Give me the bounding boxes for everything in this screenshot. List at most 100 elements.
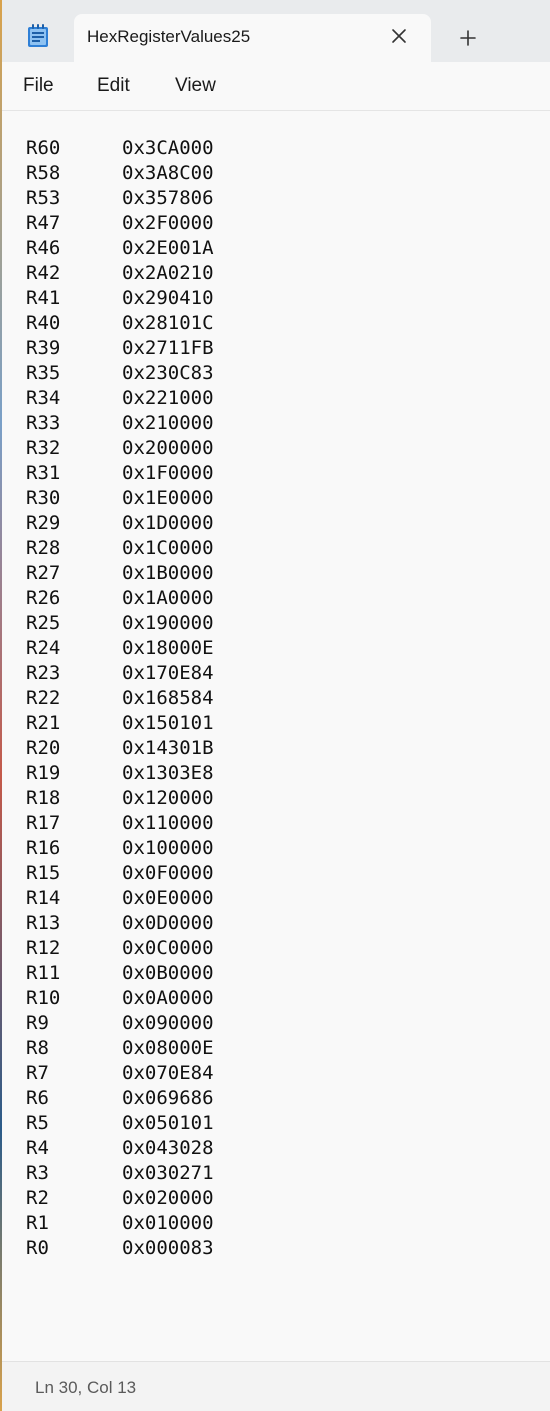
register-value: 0x1E0000 — [122, 487, 214, 509]
desktop-edge — [0, 0, 2, 1411]
register-name: R42 — [26, 262, 61, 284]
register-name: R47 — [26, 212, 61, 234]
text-line: R2 0x020000 — [26, 1186, 214, 1211]
register-name: R19 — [26, 762, 61, 784]
text-line: R0 0x000083 — [26, 1236, 214, 1261]
text-line: R20 0x14301B — [26, 736, 214, 761]
register-value: 0x000083 — [122, 1237, 214, 1259]
register-name: R2 — [26, 1187, 49, 1209]
register-value: 0x1303E8 — [122, 762, 214, 784]
register-name: R60 — [26, 137, 61, 159]
menu-edit[interactable]: Edit — [97, 75, 130, 97]
text-line: R17 0x110000 — [26, 811, 214, 836]
register-name: R16 — [26, 837, 61, 859]
register-name: R58 — [26, 162, 61, 184]
register-name: R41 — [26, 287, 61, 309]
register-value: 0x1A0000 — [122, 587, 214, 609]
text-line: R15 0x0F0000 — [26, 861, 214, 886]
text-line: R39 0x2711FB — [26, 336, 214, 361]
register-name: R13 — [26, 912, 61, 934]
menu-file[interactable]: File — [23, 75, 54, 97]
text-line: R18 0x120000 — [26, 786, 214, 811]
register-name: R35 — [26, 362, 61, 384]
register-name: R18 — [26, 787, 61, 809]
register-value: 0x0C0000 — [122, 937, 214, 959]
register-value: 0x0A0000 — [122, 987, 214, 1009]
register-value: 0x100000 — [122, 837, 214, 859]
tab-hexregistervalues25[interactable]: HexRegisterValues25 — [74, 14, 431, 62]
text-line: R10 0x0A0000 — [26, 986, 214, 1011]
register-name: R15 — [26, 862, 61, 884]
register-name: R26 — [26, 587, 61, 609]
text-line: R31 0x1F0000 — [26, 461, 214, 486]
text-line: R7 0x070E84 — [26, 1061, 214, 1086]
text-line: R25 0x190000 — [26, 611, 214, 636]
plus-icon[interactable] — [458, 28, 478, 48]
text-line: R4 0x043028 — [26, 1136, 214, 1161]
register-value: 0x010000 — [122, 1212, 214, 1234]
text-line: R58 0x3A8C00 — [26, 161, 214, 186]
text-line: R11 0x0B0000 — [26, 961, 214, 986]
register-name: R24 — [26, 637, 61, 659]
text-line: R29 0x1D0000 — [26, 511, 214, 536]
text-line: R27 0x1B0000 — [26, 561, 214, 586]
close-icon[interactable] — [389, 26, 409, 46]
register-name: R33 — [26, 412, 61, 434]
register-name: R22 — [26, 687, 61, 709]
register-name: R11 — [26, 962, 61, 984]
register-name: R25 — [26, 612, 61, 634]
register-name: R5 — [26, 1112, 49, 1134]
register-name: R30 — [26, 487, 61, 509]
register-name: R8 — [26, 1037, 49, 1059]
register-value: 0x050101 — [122, 1112, 214, 1134]
register-name: R3 — [26, 1162, 49, 1184]
register-value: 0x290410 — [122, 287, 214, 309]
text-line: R30 0x1E0000 — [26, 486, 214, 511]
register-value: 0x170E84 — [122, 662, 214, 684]
register-value: 0x069686 — [122, 1087, 214, 1109]
register-value: 0x18000E — [122, 637, 214, 659]
status-bar: Ln 30, Col 13 — [2, 1361, 550, 1411]
register-value: 0x168584 — [122, 687, 214, 709]
text-line: R32 0x200000 — [26, 436, 214, 461]
register-value: 0x2E001A — [122, 237, 214, 259]
tab-title: HexRegisterValues25 — [87, 27, 251, 46]
text-line: R42 0x2A0210 — [26, 261, 214, 286]
cursor-position: Ln 30, Col 13 — [35, 1378, 137, 1397]
register-name: R34 — [26, 387, 61, 409]
text-line: R19 0x1303E8 — [26, 761, 214, 786]
register-name: R31 — [26, 462, 61, 484]
menu-bar: File Edit View — [0, 62, 550, 111]
text-line: R40 0x28101C — [26, 311, 214, 336]
register-value: 0x08000E — [122, 1037, 214, 1059]
text-line: R1 0x010000 — [26, 1211, 214, 1236]
register-name: R53 — [26, 187, 61, 209]
register-name: R23 — [26, 662, 61, 684]
text-line: R13 0x0D0000 — [26, 911, 214, 936]
register-name: R28 — [26, 537, 61, 559]
register-name: R29 — [26, 512, 61, 534]
menu-view[interactable]: View — [175, 75, 216, 97]
register-name: R1 — [26, 1212, 49, 1234]
register-value: 0x020000 — [122, 1187, 214, 1209]
text-line: R21 0x150101 — [26, 711, 214, 736]
register-name: R4 — [26, 1137, 49, 1159]
register-name: R27 — [26, 562, 61, 584]
register-value: 0x221000 — [122, 387, 214, 409]
register-value: 0x090000 — [122, 1012, 214, 1034]
register-value: 0x1D0000 — [122, 512, 214, 534]
register-name: R40 — [26, 312, 61, 334]
register-value: 0x200000 — [122, 437, 214, 459]
text-line: R22 0x168584 — [26, 686, 214, 711]
title-bar[interactable]: HexRegisterValues25 — [0, 0, 550, 62]
register-value: 0x0F0000 — [122, 862, 214, 884]
text-line: R28 0x1C0000 — [26, 536, 214, 561]
register-name: R21 — [26, 712, 61, 734]
register-name: R0 — [26, 1237, 49, 1259]
text-line: R53 0x357806 — [26, 186, 214, 211]
register-value: 0x0E0000 — [122, 887, 214, 909]
register-name: R9 — [26, 1012, 49, 1034]
register-name: R46 — [26, 237, 61, 259]
register-value: 0x357806 — [122, 187, 214, 209]
text-editor[interactable]: R60 0x3CA000 R58 0x3A8C00 R53 0x357806 R47 0x2F… — [2, 111, 550, 1361]
